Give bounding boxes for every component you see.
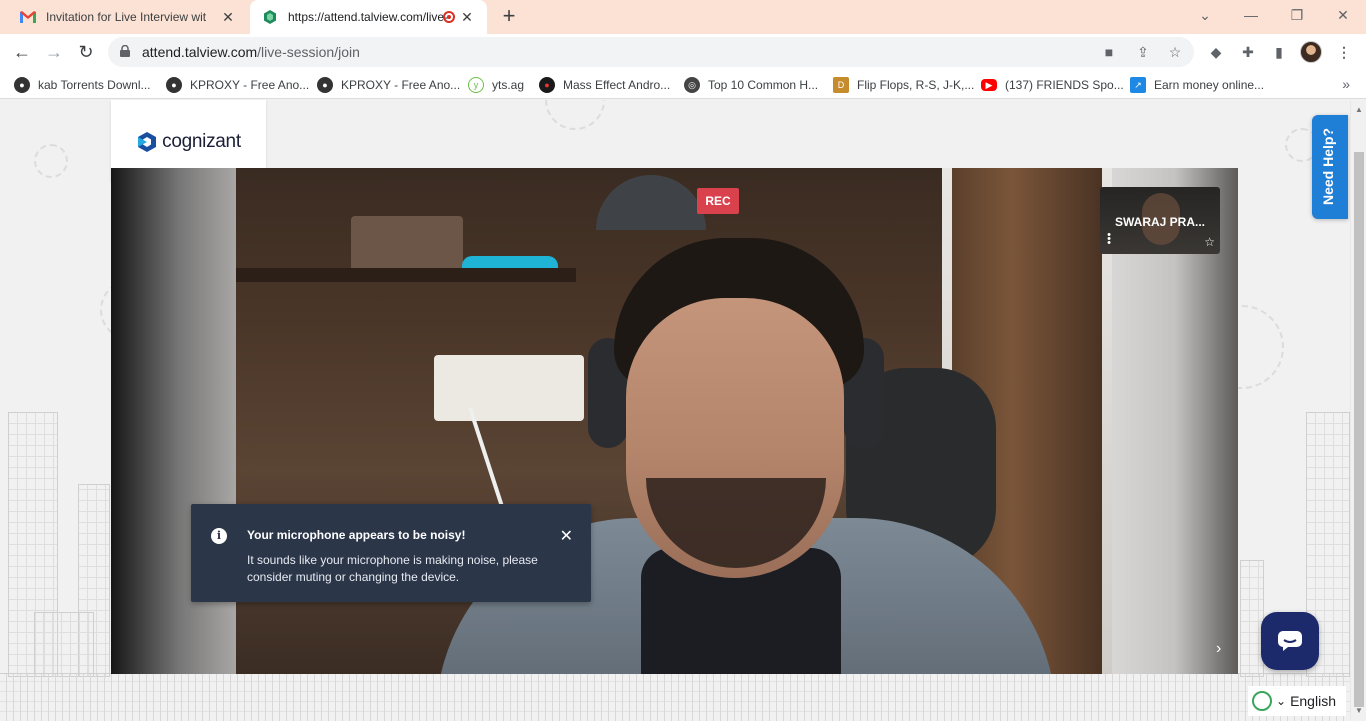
- gmail-icon: [20, 9, 36, 25]
- side-panel-icon[interactable]: ▮: [1269, 42, 1289, 62]
- info-icon: i: [211, 528, 227, 544]
- youtube-icon: ▶: [981, 79, 997, 91]
- browser-toolbar: ← → ↻ attend.talview.com/live-session/jo…: [0, 34, 1366, 70]
- bookmark-item[interactable]: y yts.ag: [468, 76, 524, 94]
- tab-title: Invitation for Live Interview with C: [46, 10, 206, 24]
- tab-search-icon[interactable]: ⌄: [1193, 4, 1217, 26]
- bookmark-item[interactable]: ● KPROXY - Free Ano...: [166, 76, 309, 94]
- talview-icon: [262, 9, 278, 25]
- share-icon[interactable]: ⇪: [1134, 43, 1152, 61]
- url-path: /live-session/join: [257, 44, 360, 60]
- logo-text: cognizant: [162, 130, 241, 152]
- toast-body: It sounds like your microphone is making…: [247, 553, 538, 584]
- bookmark-star-icon[interactable]: ☆: [1166, 43, 1184, 61]
- bookmark-item[interactable]: ↗ Earn money online...: [1130, 76, 1264, 94]
- chat-icon: [1278, 631, 1302, 651]
- reload-button[interactable]: ↻: [74, 40, 98, 64]
- next-arrow-icon[interactable]: ›: [1216, 640, 1221, 658]
- mass-effect-icon: ●: [539, 77, 555, 93]
- bookmark-item[interactable]: ▶ (137) FRIENDS Spo...: [981, 76, 1124, 94]
- bookmark-item[interactable]: ● kab Torrents Downl...: [14, 76, 151, 94]
- extensions-puzzle-icon[interactable]: ✚: [1238, 42, 1258, 62]
- bookmark-item[interactable]: D Flip Flops, R-S, J-K,...: [833, 76, 974, 94]
- kproxy-icon: ●: [166, 77, 182, 93]
- bookmarks-bar: ● kab Torrents Downl... ● KPROXY - Free An…: [0, 70, 1366, 99]
- minimize-button[interactable]: —: [1239, 4, 1263, 26]
- noisy-mic-notification: i Your microphone appears to be noisy! I…: [191, 504, 591, 602]
- new-tab-button[interactable]: +: [498, 5, 520, 28]
- decorative-question-icon: [34, 144, 68, 178]
- bookmarks-overflow-icon[interactable]: »: [1342, 76, 1350, 92]
- camera-in-use-icon[interactable]: ■: [1100, 43, 1118, 61]
- decorative-skyline: [0, 673, 1350, 721]
- pin-star-icon[interactable]: ☆: [1204, 235, 1215, 249]
- cognizant-logo-icon: [138, 131, 157, 152]
- recording-badge: REC: [697, 188, 739, 214]
- url-host: attend.talview.com: [142, 44, 258, 60]
- need-help-label: Need Help?: [1320, 127, 1336, 205]
- close-icon[interactable]: ✕: [560, 526, 573, 546]
- kproxy-icon: ●: [317, 77, 333, 93]
- page-scrollbar[interactable]: ▲ ▼: [1350, 100, 1366, 721]
- tab-title: https://attend.talview.com/live-session/…: [288, 10, 448, 24]
- close-tab-icon[interactable]: ✕: [459, 9, 475, 25]
- site-icon: D: [833, 77, 849, 93]
- chat-button[interactable]: [1261, 612, 1319, 670]
- need-help-button[interactable]: Need Help?: [1312, 115, 1348, 219]
- decorative-building: [1240, 560, 1264, 677]
- chevron-down-icon: ⌄: [1276, 694, 1287, 708]
- menu-kebab-icon[interactable]: ⋮: [1334, 42, 1354, 62]
- profile-avatar[interactable]: [1300, 41, 1322, 63]
- tab-strip: Invitation for Live Interview with C ✕ h…: [0, 0, 1366, 34]
- extension-drop-icon[interactable]: ◆: [1206, 42, 1226, 62]
- participant-name: SWARAJ PRA...: [1115, 215, 1206, 229]
- globe-icon: ◎: [684, 77, 700, 93]
- recording-indicator-icon: [443, 11, 455, 23]
- back-button[interactable]: ←: [10, 40, 34, 64]
- close-tab-icon[interactable]: ✕: [220, 9, 236, 25]
- language-selector[interactable]: ⌄ English: [1248, 686, 1346, 716]
- language-label: English: [1290, 693, 1336, 709]
- decorative-question-icon: [545, 100, 605, 130]
- talview-page: cognizant REC SWARAJ PRA... • • • ☆ › i …: [0, 100, 1350, 721]
- decorative-building: [34, 612, 94, 677]
- bookmark-item[interactable]: ● KPROXY - Free Ano...: [317, 76, 460, 94]
- self-view-tile[interactable]: SWARAJ PRA... • • • ☆: [1100, 187, 1220, 254]
- forward-button[interactable]: →: [42, 40, 66, 64]
- tile-menu-icon[interactable]: • • •: [1106, 230, 1112, 249]
- toast-title: Your microphone appears to be noisy!: [247, 528, 466, 542]
- url-text[interactable]: attend.talview.com/live-session/join: [142, 44, 360, 60]
- scroll-thumb[interactable]: [1354, 152, 1364, 707]
- arrow-icon: ↗: [1130, 77, 1146, 93]
- torrent-icon: ●: [14, 77, 30, 93]
- tab-gmail-invitation[interactable]: Invitation for Live Interview with C ✕: [8, 0, 248, 34]
- tab-talview-active[interactable]: https://attend.talview.com/live-session/…: [250, 0, 487, 34]
- scroll-up-icon[interactable]: ▲: [1355, 106, 1363, 114]
- restore-button[interactable]: ❐: [1285, 4, 1309, 26]
- yts-icon: y: [468, 77, 484, 93]
- address-bar[interactable]: attend.talview.com/live-session/join ■ ⇪…: [108, 37, 1194, 67]
- globe-icon: [1252, 691, 1272, 711]
- scroll-down-icon[interactable]: ▼: [1355, 707, 1363, 715]
- bookmark-item[interactable]: ● Mass Effect Andro...: [539, 76, 670, 94]
- lock-icon: [120, 45, 130, 57]
- close-window-button[interactable]: ✕: [1331, 4, 1355, 26]
- bookmark-item[interactable]: ◎ Top 10 Common H...: [684, 76, 818, 94]
